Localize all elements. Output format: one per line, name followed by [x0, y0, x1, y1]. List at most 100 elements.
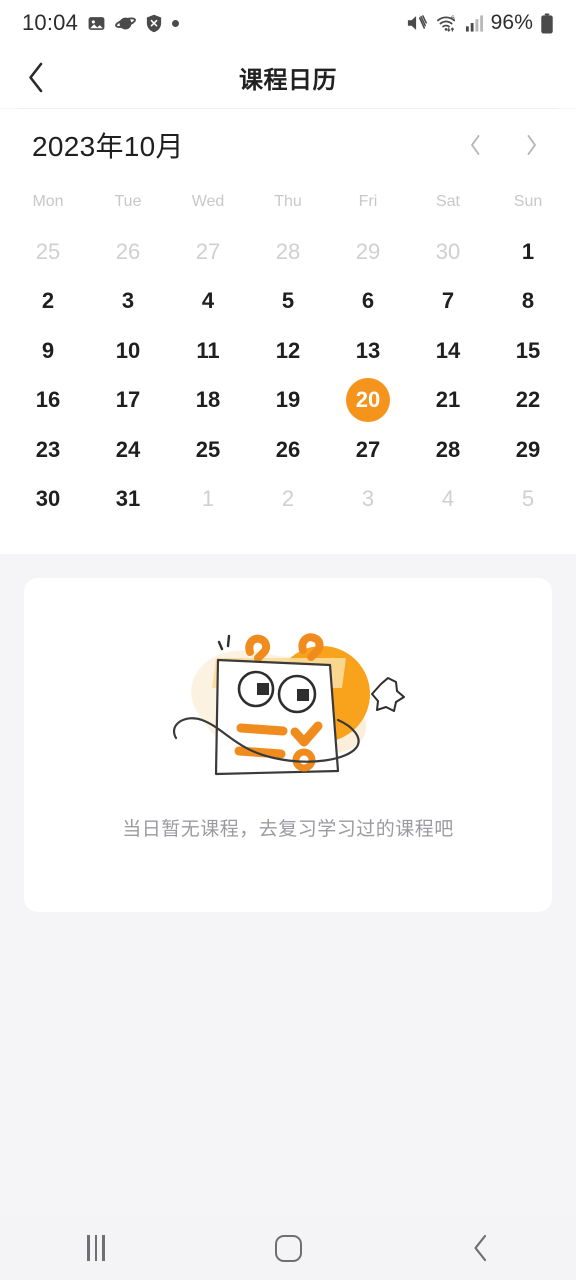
calendar-day[interactable]: 29: [328, 227, 408, 277]
calendar-day[interactable]: 9: [8, 326, 88, 376]
calendar-day-label: 24: [115, 436, 141, 462]
calendar-day-label: 28: [275, 238, 301, 264]
calendar-day[interactable]: 5: [248, 277, 328, 327]
calendar-day-label: 15: [515, 337, 541, 363]
calendar-day[interactable]: 11: [168, 326, 248, 376]
status-bar: 10:04 6 96%: [0, 0, 576, 46]
calendar-day-label: 23: [35, 436, 61, 462]
calendar-day-label: 10: [115, 337, 141, 363]
calendar-day[interactable]: 2: [248, 475, 328, 525]
calendar-day-label: 3: [121, 288, 135, 314]
calendar-day-label: 9: [41, 337, 55, 363]
calendar-day-label: 20: [346, 378, 390, 423]
status-bar-clock: 10:04: [22, 10, 79, 35]
chevron-left-icon: [470, 135, 479, 155]
calendar-day-label: 1: [201, 486, 215, 512]
calendar-panel: 2023年10月 Mon Tue Wed Thu Fri Sat Sun 25 …: [0, 109, 576, 554]
weekday-label: Fri: [358, 193, 378, 210]
calendar-day[interactable]: 29: [488, 425, 568, 475]
calendar-day[interactable]: 8: [488, 277, 568, 327]
app-bar: 课程日历: [0, 46, 576, 108]
calendar-day-label: 26: [115, 238, 141, 264]
calendar-day[interactable]: 30: [408, 227, 488, 277]
weekday-label: Wed: [191, 193, 225, 210]
calendar-day[interactable]: 18: [168, 376, 248, 426]
calendar-day[interactable]: 3: [328, 475, 408, 525]
calendar-day[interactable]: 2: [8, 277, 88, 327]
status-bar-left: 10:04: [22, 10, 180, 36]
dot-icon: [172, 19, 180, 27]
calendar-day[interactable]: 13: [328, 326, 408, 376]
calendar-day-label: 2: [281, 486, 295, 512]
calendar-day[interactable]: 17: [88, 376, 168, 426]
calendar-day-label: 31: [115, 486, 141, 512]
battery-percent-label: 96%: [490, 11, 533, 34]
next-month-button[interactable]: [514, 128, 548, 162]
home-button[interactable]: [228, 1216, 348, 1280]
calendar-day-label: 30: [35, 486, 61, 512]
calendar-day[interactable]: 25: [168, 425, 248, 475]
calendar-day-label: 18: [195, 387, 221, 413]
calendar-day[interactable]: 27: [168, 227, 248, 277]
calendar-day[interactable]: 16: [8, 376, 88, 426]
planet-icon: [115, 16, 136, 29]
calendar-day[interactable]: 3: [88, 277, 168, 327]
calendar-day[interactable]: 30: [8, 475, 88, 525]
calendar-day-label: 7: [441, 288, 455, 314]
calendar-day-label: 25: [35, 238, 61, 264]
nav-back-button[interactable]: [420, 1216, 540, 1280]
calendar-day[interactable]: 24: [88, 425, 168, 475]
calendar-day[interactable]: 4: [408, 475, 488, 525]
back-button[interactable]: [0, 46, 70, 108]
calendar-day[interactable]: 22: [488, 376, 568, 426]
weekday-label: Sat: [435, 193, 460, 210]
weekday-label: Thu: [274, 193, 302, 210]
content-area: 当日暂无课程，去复习学习过的课程吧: [0, 554, 576, 1216]
calendar-day[interactable]: 4: [168, 277, 248, 327]
calendar-day[interactable]: 1: [168, 475, 248, 525]
calendar-day-label: 12: [275, 337, 301, 363]
calendar-day-label: 8: [521, 288, 535, 314]
calendar-day[interactable]: 10: [88, 326, 168, 376]
calendar-day-label: 16: [35, 387, 61, 413]
page-title: 课程日历: [239, 66, 337, 94]
calendar-day-selected[interactable]: 20: [328, 376, 408, 426]
nav-back-icon: [473, 1234, 486, 1262]
calendar-day[interactable]: 1: [488, 227, 568, 277]
calendar-day[interactable]: 26: [88, 227, 168, 277]
calendar-day-label: 22: [515, 387, 541, 413]
shield-x-icon: [146, 14, 162, 32]
recents-button[interactable]: [36, 1216, 156, 1280]
calendar-day[interactable]: 12: [248, 326, 328, 376]
calendar-day[interactable]: 19: [248, 376, 328, 426]
calendar-day[interactable]: 25: [8, 227, 88, 277]
calendar-day-label: 4: [441, 486, 455, 512]
calendar-day[interactable]: 21: [408, 376, 488, 426]
calendar-day[interactable]: 15: [488, 326, 568, 376]
signal-bars-icon: [465, 14, 483, 32]
calendar-day[interactable]: 28: [408, 425, 488, 475]
calendar-day[interactable]: 5: [488, 475, 568, 525]
calendar-day[interactable]: 6: [328, 277, 408, 327]
calendar-day-label: 28: [435, 436, 461, 462]
calendar-day[interactable]: 31: [88, 475, 168, 525]
calendar-day-label: 25: [195, 436, 221, 462]
mute-icon: [407, 15, 427, 30]
calendar-day[interactable]: 7: [408, 277, 488, 327]
calendar-day[interactable]: 23: [8, 425, 88, 475]
prev-month-button[interactable]: [458, 128, 492, 162]
status-bar-right: 6 96%: [406, 11, 554, 35]
calendar-day-label: 27: [195, 238, 221, 264]
calendar-day-label: 26: [275, 436, 301, 462]
calendar-day[interactable]: 14: [408, 326, 488, 376]
chevron-right-icon: [527, 135, 536, 155]
calendar-day-label: 30: [435, 238, 461, 264]
calendar-day[interactable]: 27: [328, 425, 408, 475]
calendar-day-label: 6: [361, 288, 375, 314]
battery-icon: [541, 12, 553, 34]
calendar-day-label: 1: [521, 238, 535, 264]
calendar-day[interactable]: 28: [248, 227, 328, 277]
calendar-day-label: 4: [201, 288, 215, 314]
calendar-day-label: 2: [41, 288, 55, 314]
calendar-day[interactable]: 26: [248, 425, 328, 475]
